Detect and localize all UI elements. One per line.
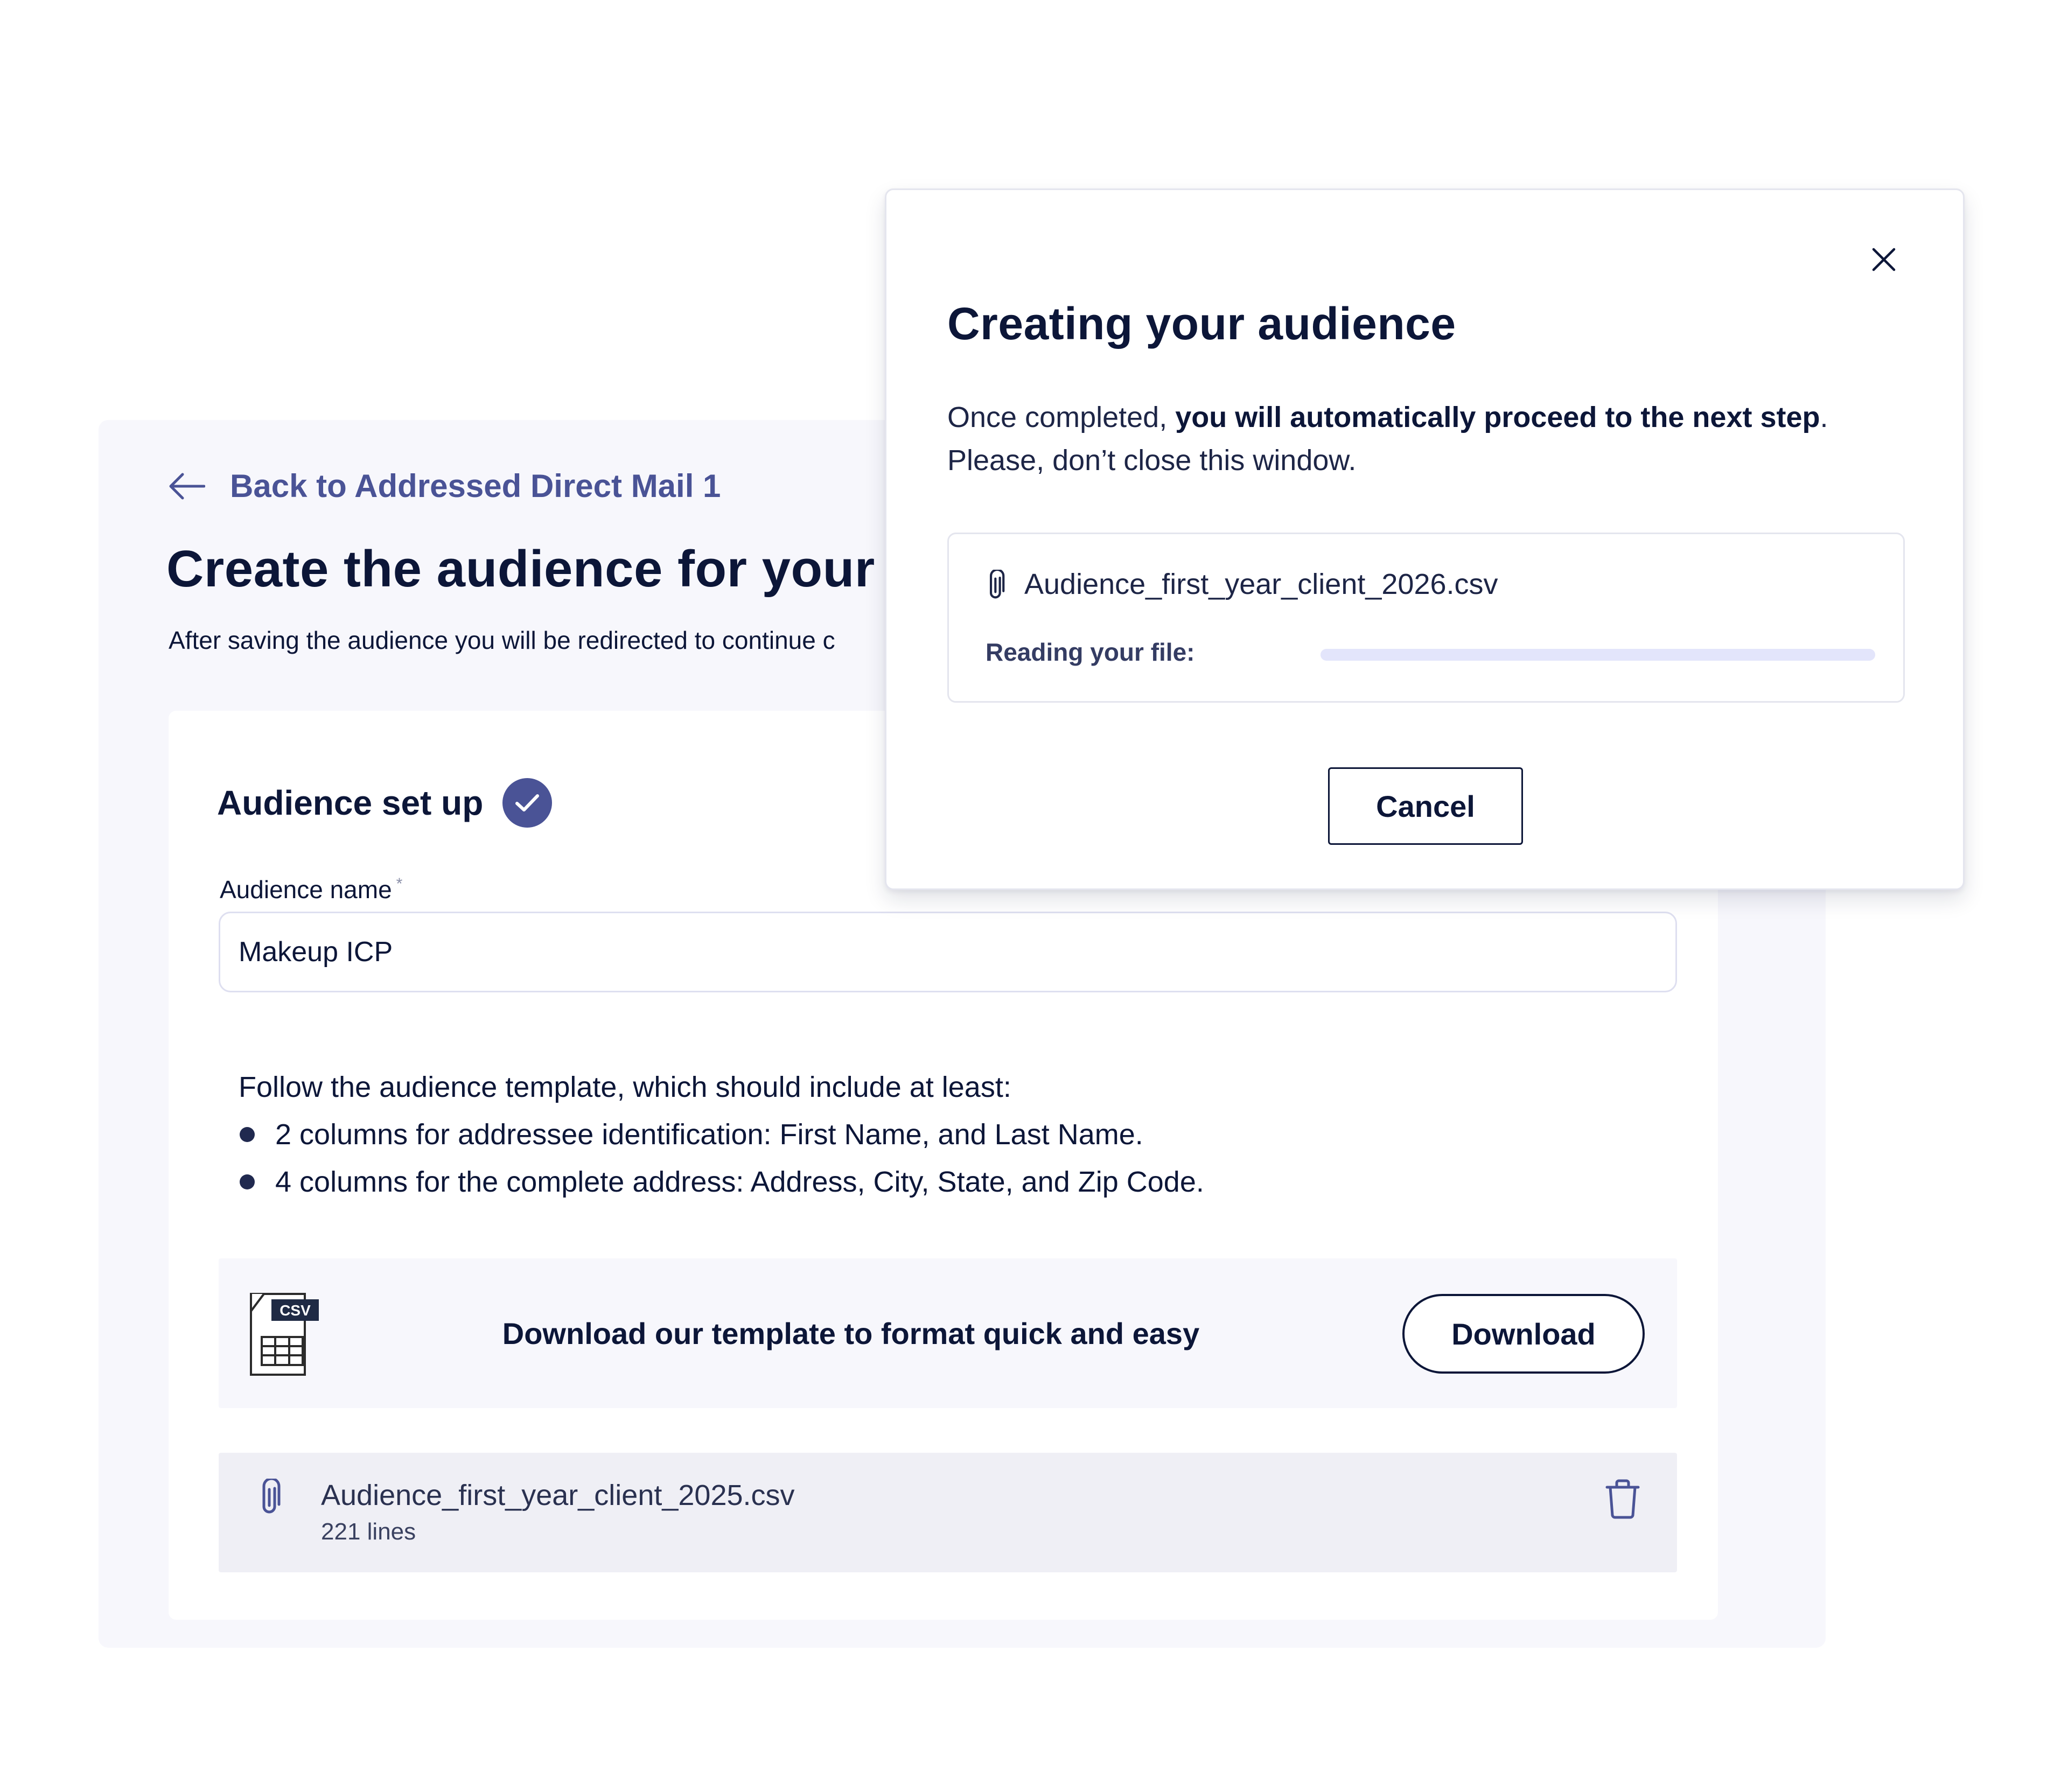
- uploaded-file-name: Audience_first_year_client_2025.csv: [321, 1479, 795, 1511]
- back-link-label: Back to Addressed Direct Mail 1: [230, 468, 721, 504]
- trash-icon[interactable]: [1605, 1479, 1640, 1520]
- section-title-label: Audience set up: [217, 783, 484, 822]
- audience-name-label-text: Audience name: [220, 876, 392, 904]
- download-button[interactable]: Download: [1402, 1294, 1645, 1374]
- bullet-icon: [240, 1174, 255, 1189]
- upload-progress-box: Audience_first_year_client_2026.csv Read…: [947, 533, 1905, 703]
- uploaded-file-lines: 221 lines: [321, 1518, 416, 1545]
- progress-bar: [1321, 649, 1875, 661]
- page-title: Create the audience for your c: [166, 540, 919, 598]
- back-link[interactable]: Back to Addressed Direct Mail 1: [169, 467, 721, 505]
- section-title: Audience set up: [217, 778, 553, 828]
- template-download-box: CSV Download our template to format quic…: [219, 1258, 1677, 1408]
- audience-name-label: Audience name *: [220, 875, 402, 904]
- modal-desc-suffix: .: [1820, 401, 1828, 433]
- arrow-left-icon: [169, 473, 205, 499]
- uploaded-file-row: Audience_first_year_client_2025.csv 221 …: [219, 1453, 1677, 1572]
- cancel-button[interactable]: Cancel: [1328, 767, 1523, 845]
- audience-name-input[interactable]: [219, 912, 1677, 992]
- modal-description-line2: Please, don’t close this window.: [947, 444, 1357, 477]
- creating-audience-modal: Creating your audience Once completed, y…: [885, 188, 1965, 890]
- close-icon[interactable]: [1870, 246, 1897, 273]
- required-marker: *: [396, 875, 403, 893]
- list-item-text: 2 columns for addressee identification: …: [275, 1118, 1143, 1151]
- upload-file-name: Audience_first_year_client_2026.csv: [1024, 568, 1498, 600]
- modal-desc-bold: you will automatically proceed to the ne…: [1175, 401, 1820, 433]
- modal-description: Once completed, you will automatically p…: [947, 396, 1828, 482]
- modal-desc-prefix: Once completed,: [947, 401, 1168, 433]
- bullet-icon: [240, 1127, 255, 1142]
- page-subtitle: After saving the audience you will be re…: [169, 626, 835, 654]
- modal-description-line1: Once completed, you will automatically p…: [947, 396, 1828, 439]
- paperclip-icon: [262, 1479, 281, 1514]
- list-item: 4 columns for the complete address: Addr…: [239, 1158, 1204, 1206]
- instructions-list: 2 columns for addressee identification: …: [239, 1111, 1204, 1206]
- reading-file-label: Reading your file:: [986, 638, 1195, 666]
- paperclip-icon: [989, 570, 1005, 599]
- check-icon: [502, 778, 553, 828]
- list-item: 2 columns for addressee identification: …: [239, 1111, 1204, 1158]
- template-instructions: Follow the audience template, which shou…: [239, 1063, 1204, 1206]
- list-item-text: 4 columns for the complete address: Addr…: [275, 1166, 1204, 1198]
- modal-title: Creating your audience: [947, 298, 1456, 349]
- instructions-intro: Follow the audience template, which shou…: [239, 1071, 1011, 1103]
